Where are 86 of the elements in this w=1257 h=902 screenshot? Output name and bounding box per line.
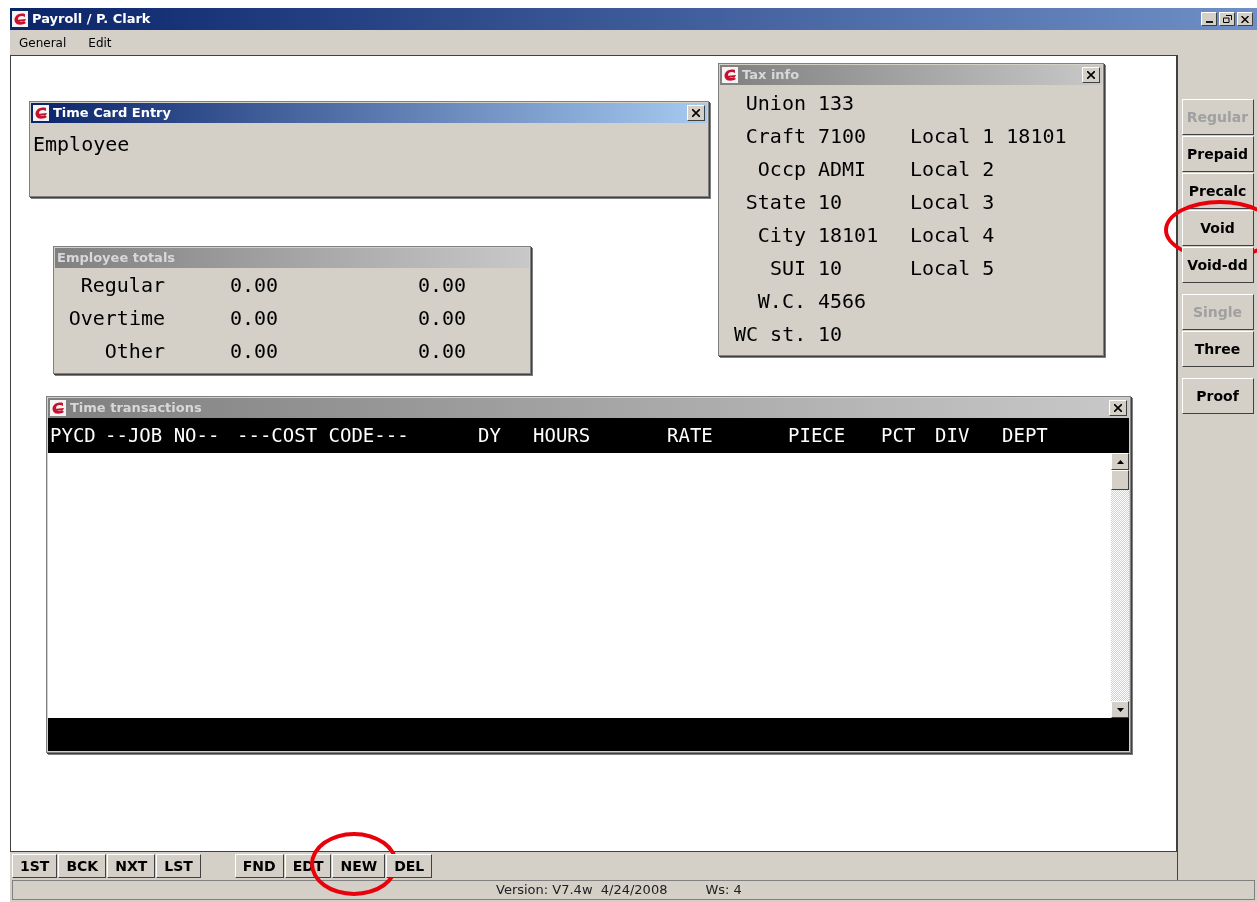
total-value: 0.00 bbox=[418, 338, 467, 365]
side-button[interactable]: Void-dd bbox=[1181, 247, 1254, 283]
close-icon bbox=[692, 109, 700, 117]
menu-item[interactable]: General bbox=[19, 33, 67, 52]
column-header: PCT bbox=[881, 423, 917, 449]
side-button[interactable]: Void bbox=[1181, 210, 1254, 246]
window-title: Time transactions bbox=[70, 399, 203, 418]
tax-label: City bbox=[756, 222, 806, 249]
close-button[interactable] bbox=[687, 105, 705, 121]
minimize-button[interactable] bbox=[1201, 12, 1217, 26]
window-title: Time Card Entry bbox=[53, 104, 172, 123]
scroll-up-button[interactable] bbox=[1111, 453, 1129, 470]
minimize-icon bbox=[1205, 21, 1213, 23]
toolbar-button[interactable]: NEW bbox=[332, 854, 386, 879]
tax-label: Occp bbox=[756, 156, 806, 183]
version-text: Version: V7.4w 4/24/2008 bbox=[496, 881, 668, 900]
scroll-down-button[interactable] bbox=[1111, 701, 1129, 718]
restore-icon bbox=[1222, 15, 1232, 23]
tax-label: Local 2 bbox=[910, 156, 995, 183]
side-button[interactable]: Proof bbox=[1181, 378, 1254, 414]
app-logo-icon bbox=[50, 400, 66, 416]
side-button[interactable]: Prepaid bbox=[1181, 136, 1254, 172]
tax-label: Local 1 bbox=[910, 123, 995, 150]
total-value: 0.00 bbox=[230, 272, 280, 299]
column-header: DEPT bbox=[1002, 423, 1049, 449]
window-title: Tax info bbox=[742, 66, 801, 85]
toolbar-button[interactable]: DEL bbox=[386, 854, 433, 879]
tax-label: State bbox=[744, 189, 806, 216]
toolbar-button[interactable]: 1ST bbox=[12, 854, 58, 879]
close-icon bbox=[1114, 404, 1122, 412]
toolbar-button[interactable]: NXT bbox=[107, 854, 156, 879]
toolbar-button[interactable]: FND bbox=[234, 854, 284, 879]
side-button[interactable]: Precalc bbox=[1181, 173, 1254, 209]
restore-button[interactable] bbox=[1219, 12, 1235, 26]
column-header: ---COST CODE--- bbox=[237, 423, 410, 449]
up-arrow-icon bbox=[1116, 459, 1124, 464]
column-header: HOURS bbox=[533, 423, 592, 449]
field-label: Employee bbox=[32, 131, 131, 158]
tax-value: 4566 bbox=[818, 288, 867, 315]
tax-label: Union bbox=[744, 90, 806, 117]
total-value: 0.00 bbox=[230, 338, 280, 365]
scrollbar[interactable] bbox=[1111, 453, 1129, 718]
column-header: DIV bbox=[935, 423, 971, 449]
tax-label: WC st. bbox=[734, 321, 806, 348]
total-value: 0.00 bbox=[418, 305, 467, 332]
down-arrow-icon bbox=[1116, 707, 1124, 712]
close-button[interactable] bbox=[1082, 67, 1100, 83]
column-header: RATE bbox=[667, 423, 714, 449]
tax-value: 7100 bbox=[818, 123, 867, 150]
scroll-thumb[interactable] bbox=[1111, 470, 1129, 490]
column-header: PYCD bbox=[50, 423, 97, 449]
tax-value: 10 bbox=[818, 189, 843, 216]
tax-value: 10 bbox=[818, 255, 843, 282]
tax-value: 133 bbox=[818, 90, 855, 117]
tax-value: 18101 bbox=[1006, 123, 1067, 150]
tax-value: ADMI bbox=[818, 156, 867, 183]
tax-label: SUI bbox=[768, 255, 806, 282]
close-icon bbox=[1241, 15, 1249, 23]
column-header: --JOB NO-- bbox=[105, 423, 221, 449]
app-logo-icon bbox=[12, 11, 28, 27]
close-button[interactable] bbox=[1109, 400, 1127, 416]
window-title: Employee totals bbox=[57, 249, 177, 268]
close-button[interactable] bbox=[1237, 12, 1253, 26]
total-value: 0.00 bbox=[418, 272, 467, 299]
side-button[interactable]: Three bbox=[1181, 331, 1254, 367]
tax-label: W.C. bbox=[756, 288, 806, 315]
tax-value: 18101 bbox=[818, 222, 879, 249]
column-header: DY bbox=[478, 423, 502, 449]
total-label: Other bbox=[103, 338, 165, 365]
total-label: Overtime bbox=[67, 305, 165, 332]
total-label: Regular bbox=[79, 272, 165, 299]
tax-label: Local 5 bbox=[910, 255, 995, 282]
close-icon bbox=[1087, 71, 1095, 79]
workstation-text: Ws: 4 bbox=[705, 881, 742, 900]
column-header: PIECE bbox=[788, 423, 847, 449]
tax-label: Local 4 bbox=[910, 222, 995, 249]
menu-item[interactable]: Edit bbox=[88, 33, 112, 52]
tax-value: 10 bbox=[818, 321, 843, 348]
app-logo-icon bbox=[33, 105, 49, 121]
tax-label: Local 3 bbox=[910, 189, 995, 216]
tax-label: Craft bbox=[744, 123, 806, 150]
app-logo-icon bbox=[722, 67, 738, 83]
toolbar-button[interactable]: LST bbox=[156, 854, 201, 879]
total-value: 0.00 bbox=[230, 305, 280, 332]
app-title: Payroll / P. Clark bbox=[32, 10, 152, 29]
toolbar-button[interactable]: BCK bbox=[58, 854, 107, 879]
